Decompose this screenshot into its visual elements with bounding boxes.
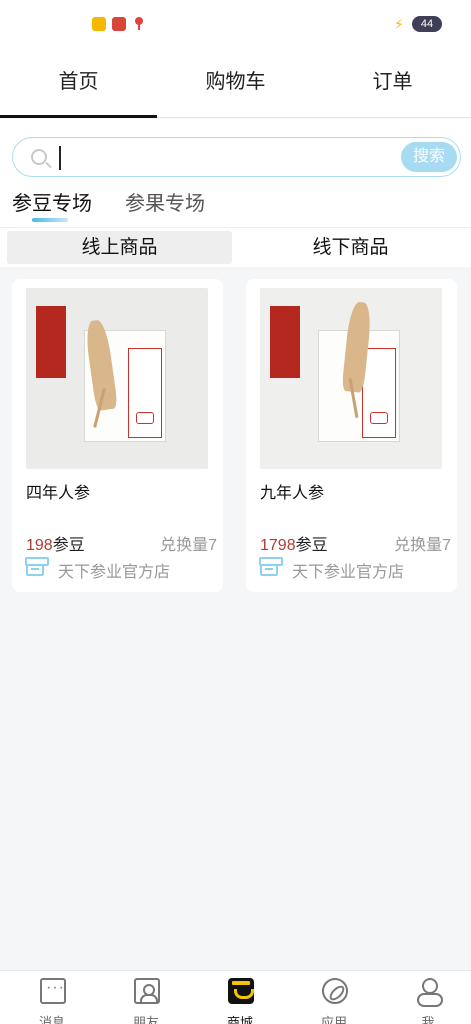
category-tab-shenguo[interactable]: 参果专场 [125, 187, 205, 216]
bottom-nav-label: 我 [421, 1015, 435, 1024]
subtab-online[interactable]: 线上商品 [7, 231, 232, 264]
search-section: 搜索 参豆专场 参果专场 [0, 119, 471, 227]
contacts-icon [134, 978, 160, 1004]
profile-icon [416, 978, 443, 1007]
search-bar: 搜索 [12, 137, 461, 177]
bottom-nav-mall[interactable]: 商城 [193, 971, 287, 1024]
location-icon [134, 17, 144, 31]
bottom-nav-label: 应用 [320, 1015, 347, 1024]
exchange-count: 兑换量7 [160, 537, 217, 554]
bottom-nav-label: 商城 [226, 1015, 253, 1024]
subtab-offline[interactable]: 线下商品 [238, 231, 463, 264]
battery-level: 44 [412, 16, 442, 32]
bottom-nav-label: 消息 [38, 1015, 65, 1024]
mall-icon [228, 978, 254, 1004]
product-type-tabs: 线上商品 线下商品 [0, 227, 471, 267]
product-card[interactable]: 九年人参 1798参豆 兑换量7 天下参业官方店 [246, 279, 457, 592]
price-value: 1798 [260, 537, 296, 554]
product-title: 九年人参 [260, 485, 325, 502]
product-price: 198参豆 [26, 531, 85, 555]
message-icon [40, 978, 66, 1004]
price-unit: 参豆 [52, 537, 85, 554]
bottom-nav-apps[interactable]: 应用 [287, 971, 381, 1024]
status-bar: ⚡ 44 [0, 0, 471, 50]
price-value: 198 [26, 537, 53, 554]
tab-orders[interactable]: 订单 [314, 50, 471, 118]
price-unit: 参豆 [295, 537, 328, 554]
tab-cart[interactable]: 购物车 [157, 50, 314, 118]
top-navigation: 首页 购物车 订单 [0, 50, 471, 118]
product-image [260, 288, 442, 469]
store-name[interactable]: 天下参业官方店 [58, 558, 170, 582]
category-tab-indicator [32, 218, 68, 222]
tab-home[interactable]: 首页 [0, 50, 157, 118]
app-notification-icon [112, 17, 126, 31]
compass-icon [322, 978, 348, 1004]
search-input[interactable] [59, 146, 389, 170]
bottom-nav-messages[interactable]: 消息 [5, 971, 99, 1024]
store-icon [259, 557, 283, 576]
product-price: 1798参豆 [260, 531, 328, 555]
product-image [26, 288, 208, 469]
charging-icon: ⚡ [394, 16, 404, 32]
search-icon [31, 149, 47, 165]
bottom-nav-label: 朋友 [132, 1015, 159, 1024]
exchange-count: 兑换量7 [394, 537, 451, 554]
search-button[interactable]: 搜索 [401, 142, 457, 172]
product-card[interactable]: 四年人参 198参豆 兑换量7 天下参业官方店 [12, 279, 223, 592]
category-tab-shendou[interactable]: 参豆专场 [12, 187, 92, 216]
bottom-navigation: 消息 朋友 商城 应用 我 [0, 970, 471, 1024]
product-title: 四年人参 [26, 485, 91, 502]
bottom-nav-me[interactable]: 我 [381, 971, 471, 1024]
store-icon [25, 557, 49, 576]
store-name[interactable]: 天下参业官方店 [292, 558, 404, 582]
bottom-nav-friends[interactable]: 朋友 [99, 971, 193, 1024]
mail-notification-icon [92, 17, 106, 31]
